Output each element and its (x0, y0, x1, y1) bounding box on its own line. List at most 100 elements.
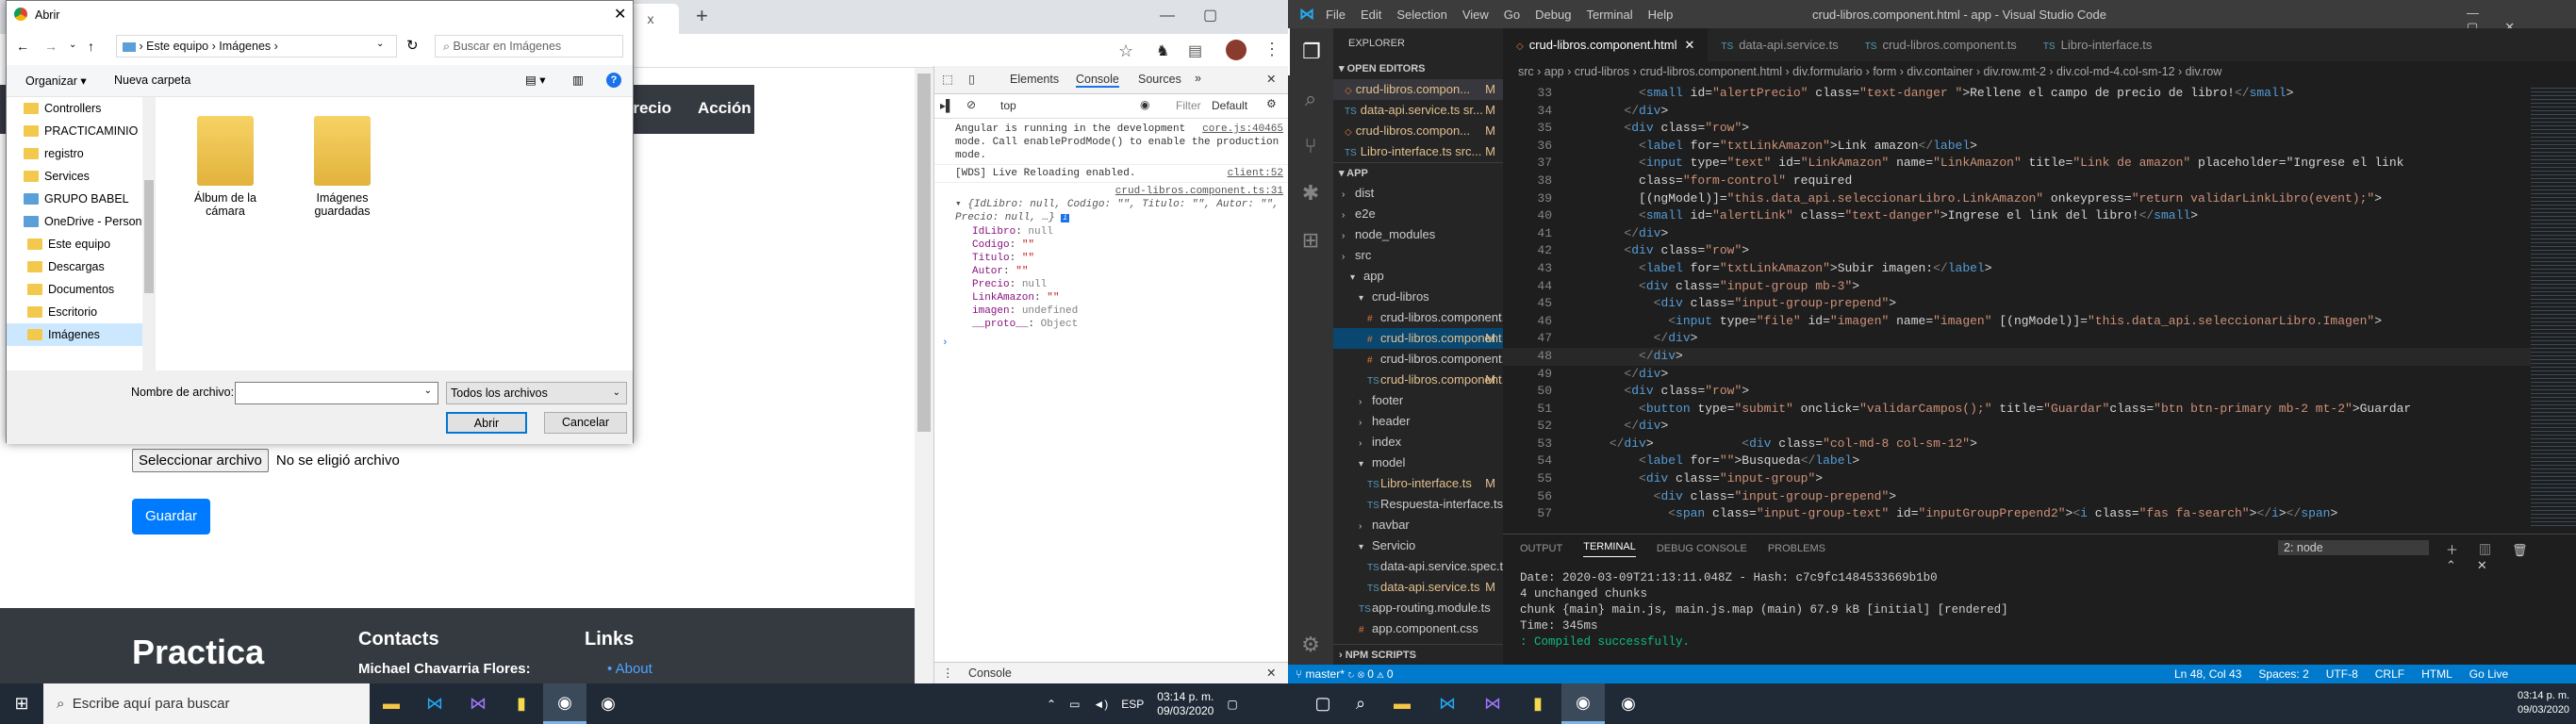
chrome-taskbar-icon[interactable]: ◉ (543, 683, 586, 724)
forward-icon[interactable]: → (44, 39, 58, 54)
folder-item[interactable]: › src (1333, 245, 1503, 266)
dialog-close-icon[interactable]: ✕ (614, 5, 626, 24)
file-item[interactable]: TSLibro-interface.ts M (1333, 473, 1503, 494)
breadcrumb-item[interactable]: app (1544, 65, 1564, 78)
breadcrumb-item[interactable]: form (1873, 65, 1896, 78)
folder-item[interactable]: ▾ crud-libros (1333, 287, 1503, 307)
clear-console-icon[interactable]: ⊘ (966, 98, 976, 111)
code-line[interactable]: 40 <small id="alertLink" class="text-dan… (1503, 207, 2531, 225)
nav-tree-item[interactable]: Descargas (7, 255, 150, 278)
extension-icon-2[interactable]: ▤ (1188, 41, 1202, 60)
path-dropdown-icon[interactable]: ⌄ (376, 39, 384, 49)
tab-console[interactable]: Console (1076, 73, 1119, 88)
path-box[interactable]: › Este equipo › Imágenes › (116, 35, 397, 58)
menu-item[interactable]: Selection (1396, 8, 1446, 22)
filter-input[interactable]: Filter (1176, 99, 1201, 112)
tray-chevron-icon[interactable]: ⌃ (1047, 698, 1056, 711)
file-item[interactable]: #crud-libros.component.htmlM (1333, 328, 1503, 349)
code-line[interactable]: 46 <input type="file" id="imagen" name="… (1503, 313, 2531, 331)
panel-tab[interactable]: TERMINAL (1583, 541, 1636, 557)
drawer-close-icon[interactable]: ✕ (1266, 666, 1276, 680)
code-line[interactable]: 39 [(ngModel)]="this.data_api.selecciona… (1503, 190, 2531, 208)
panel-tab[interactable]: DEBUG CONSOLE (1657, 543, 1747, 554)
help-icon[interactable]: ? (606, 73, 621, 88)
terminal-output[interactable]: Date: 2020-03-09T21:13:11.048Z - Hash: c… (1503, 563, 2576, 658)
file-explorer-icon-2[interactable]: ▬ (1380, 683, 1424, 724)
more-tabs-icon[interactable]: » (1195, 72, 1201, 85)
code-editor[interactable]: 33 <small id="alertPrecio" class="text-d… (1503, 85, 2531, 528)
file-item[interactable]: # app.component.css (1333, 618, 1503, 639)
file-item[interactable]: TSRespuesta-interface.ts (1333, 494, 1503, 515)
filename-input[interactable]: ⌄ (235, 382, 438, 404)
nav-tree-scrollbar[interactable] (142, 97, 156, 370)
search-icon[interactable]: ⌕ (1288, 75, 1333, 123)
refresh-icon[interactable]: ↻ (406, 37, 419, 54)
filetype-select[interactable]: Todos los archivos ⌄ (446, 382, 627, 404)
breadcrumb-item[interactable]: div.row (2186, 65, 2222, 78)
branch-status[interactable]: ⑂ master* ↻ ⊗ 0 ⚠ 0 (1296, 665, 1394, 683)
device-icon[interactable]: ▯ (968, 72, 975, 86)
folder-item[interactable]: Imágenes guardadas (305, 116, 380, 218)
terminal-actions[interactable]: ＋▥🗑⌃✕ (2446, 540, 2576, 573)
debug-icon[interactable]: ✱ (1288, 170, 1333, 217)
sticky-notes-icon[interactable]: ▮ (500, 683, 543, 724)
extensions-icon[interactable]: ⊞ (1288, 217, 1333, 264)
back-icon[interactable]: ← (16, 39, 29, 54)
choose-file-button[interactable]: Seleccionar archivo (132, 449, 269, 472)
nav-tree-item[interactable]: Este equipo (7, 233, 150, 255)
file-picker[interactable]: Seleccionar archivo No se eligió archivo (132, 449, 400, 472)
clock[interactable]: 03:14 p. m. 09/03/2020 (1157, 690, 1214, 718)
npm-scripts-header[interactable]: › NPM SCRIPTS (1333, 644, 1503, 665)
code-line[interactable]: 56 <div class="input-group-prepend"> (1503, 488, 2531, 506)
drawer-menu-icon[interactable]: ⋮ (942, 666, 954, 680)
status-item[interactable]: HTML (2421, 665, 2452, 683)
menu-icon[interactable]: ⋮ (1263, 40, 1280, 59)
folder-item[interactable]: › dist (1333, 183, 1503, 204)
windows-start-icon[interactable]: ⊞ (0, 683, 43, 724)
code-line[interactable]: 52 </div> (1503, 418, 2531, 436)
organize-label[interactable]: Organizar (25, 74, 77, 88)
folder-item[interactable]: › navbar (1333, 515, 1503, 535)
nav-tree-item[interactable]: OneDrive - Person (7, 210, 150, 233)
vscode-taskbar-icon[interactable]: ⋈ (413, 683, 456, 724)
notification-icon[interactable]: ▢ (1227, 698, 1237, 711)
code-line[interactable]: 51 <button type="submit" onclick="valida… (1503, 401, 2531, 419)
visual-studio-icon-2[interactable]: ⋈ (1471, 683, 1514, 724)
settings-gear-icon[interactable]: ⚙ (1288, 633, 1333, 657)
inspect-icon[interactable]: ⬚ (942, 72, 953, 86)
levels-select[interactable]: Default (1212, 99, 1247, 112)
context-select[interactable]: top (1000, 99, 1104, 112)
path-equipo[interactable]: Este equipo (146, 40, 208, 53)
chrome-taskbar-icon-3[interactable]: ◉ (1561, 683, 1605, 724)
editor-tab[interactable]: TS Libro-interface.ts (2030, 28, 2166, 61)
object-summary[interactable]: ▾ {IdLibro: null, Codigo: "", Titulo: ""… (955, 198, 1283, 225)
chrome-taskbar-icon-2[interactable]: ◉ (586, 683, 630, 724)
network-icon[interactable]: ▭ (1069, 698, 1080, 711)
page-scrollbar[interactable] (915, 68, 933, 683)
avatar[interactable] (1226, 40, 1247, 60)
code-line[interactable]: 48 </div> (1503, 347, 2531, 366)
folder-item[interactable]: › node_modules (1333, 224, 1503, 245)
menu-item[interactable]: Go (1504, 8, 1520, 22)
code-line[interactable]: 36 <label for="txtLinkAmazon">Link amazo… (1503, 138, 2531, 156)
about-link-label[interactable]: About (616, 661, 652, 677)
code-line[interactable]: 49 </div> (1503, 366, 2531, 384)
status-item[interactable]: Go Live (2469, 665, 2508, 683)
nav-tree-item[interactable]: Documentos (7, 278, 150, 301)
folder-item[interactable]: › e2e (1333, 204, 1503, 224)
vscode-taskbar-icon-2[interactable]: ⋈ (1426, 683, 1469, 724)
status-item[interactable]: Ln 48, Col 43 (2174, 665, 2241, 683)
minimap[interactable] (2531, 85, 2576, 528)
status-item[interactable]: UTF-8 (2326, 665, 2358, 683)
tab-elements[interactable]: Elements (1010, 73, 1059, 86)
code-line[interactable]: 55 <div class="input-group"> (1503, 470, 2531, 488)
code-line[interactable]: 41 </div> (1503, 225, 2531, 243)
editor-tab[interactable]: ◇ crud-libros.component.html ✕ (1503, 28, 1709, 61)
code-line[interactable]: 57 <span class="input-group-text" id="in… (1503, 505, 2531, 523)
code-line[interactable]: 45 <div class="input-group-prepend"> (1503, 295, 2531, 313)
log-source[interactable]: client:52 (1228, 167, 1283, 180)
breadcrumb-item[interactable]: div.container (1907, 65, 1973, 78)
dialog-search-input[interactable]: ⌕ Buscar en Imágenes (435, 35, 623, 58)
preview-pane-icon[interactable]: ▥ (572, 73, 584, 87)
recent-icon[interactable]: ⌄ (69, 40, 76, 50)
